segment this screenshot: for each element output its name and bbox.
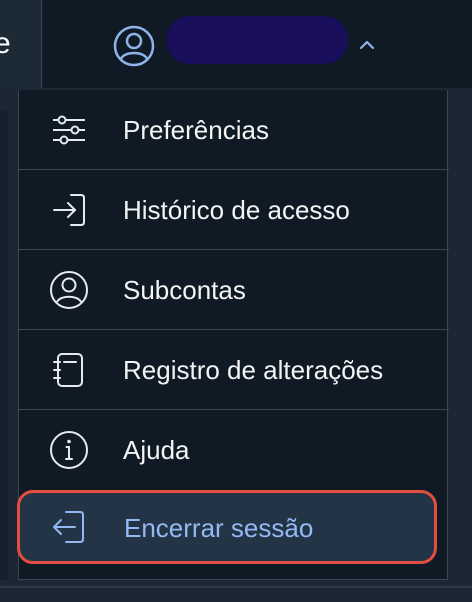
- top-header-bar: e: [0, 0, 472, 88]
- menu-item-label: Encerrar sessão: [124, 513, 314, 543]
- menu-item-label: Subcontas: [123, 275, 246, 305]
- info-icon: [49, 430, 89, 470]
- menu-item-label: Registro de alterações: [123, 355, 384, 385]
- nav-tab[interactable]: e: [0, 0, 42, 88]
- logout-arrow-icon: [48, 507, 88, 547]
- menu-item-preferences[interactable]: Preferências: [19, 90, 449, 170]
- account-dropdown-menu: Preferências Histórico de acesso Subcont…: [17, 90, 449, 580]
- user-circle-icon: [49, 270, 89, 310]
- login-arrow-icon: [49, 190, 89, 230]
- sliders-icon: [49, 110, 89, 150]
- menu-item-label: Preferências: [123, 115, 269, 145]
- nav-tab-label: e: [0, 28, 11, 60]
- menu-item-label: Ajuda: [123, 435, 190, 465]
- redacted-user-name: [166, 16, 348, 64]
- divider: [0, 586, 472, 588]
- menu-item-label: Histórico de acesso: [123, 195, 350, 225]
- menu-item-access-history[interactable]: Histórico de acesso: [19, 170, 449, 250]
- user-circle-icon: [112, 24, 156, 68]
- menu-item-help[interactable]: Ajuda: [19, 410, 449, 490]
- menu-item-change-log[interactable]: Registro de alterações: [19, 330, 449, 410]
- account-menu-trigger[interactable]: [104, 10, 394, 78]
- menu-item-subaccounts[interactable]: Subcontas: [19, 250, 449, 330]
- notebook-icon: [49, 350, 89, 390]
- background-panel-edge: [0, 110, 8, 580]
- menu-item-logout[interactable]: Encerrar sessão: [17, 490, 437, 564]
- chevron-up-icon: [356, 34, 378, 56]
